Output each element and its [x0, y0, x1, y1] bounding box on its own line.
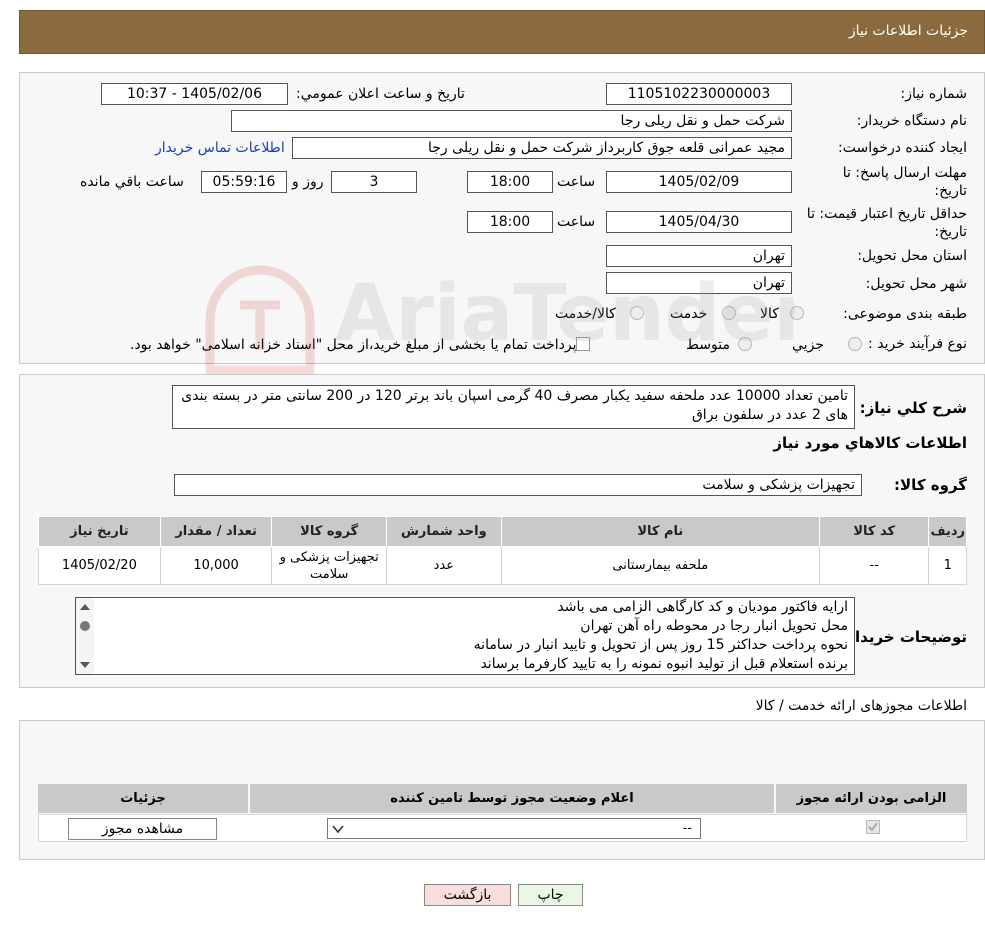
- process-minor-label: جزيي: [792, 337, 824, 353]
- validity-time-field: 18:00: [467, 211, 553, 233]
- row-name: ملحفه بیمارستانی: [500, 546, 821, 585]
- col-row: ردیف: [928, 516, 967, 547]
- category-service-radio[interactable]: [722, 306, 736, 320]
- deadline-label-2: تاریخ:: [934, 183, 967, 199]
- goods-table: ردیف کد کالا نام کالا واحد شمارش گروه کا…: [38, 516, 967, 585]
- col-qty: تعداد / مقدار: [159, 516, 273, 547]
- page-title: جزئیات اطلاعات نیاز: [848, 23, 968, 39]
- process-medium-label: متوسط: [686, 337, 730, 353]
- process-medium-radio[interactable]: [738, 337, 752, 351]
- days-label: روز و: [292, 174, 324, 190]
- row-date: 1405/02/20: [38, 546, 161, 585]
- view-permit-button[interactable]: مشاهده مجوز: [68, 818, 217, 840]
- days-field: 3: [331, 171, 417, 193]
- category-both-radio[interactable]: [630, 306, 644, 320]
- process-minor-radio[interactable]: [848, 337, 862, 351]
- permits-col-details: جزئیات: [38, 784, 248, 813]
- goods-group-field: تجهیزات پزشکی و سلامت: [174, 474, 862, 496]
- announce-field: 1405/02/06 - 10:37: [101, 83, 288, 105]
- description-textarea[interactable]: تامین تعداد 10000 عدد ملحفه سفید یکبار م…: [172, 385, 855, 429]
- col-group: گروه کالا: [271, 516, 388, 547]
- chevron-down-icon: [332, 825, 344, 834]
- requester-label: ایجاد کننده درخواست:: [838, 140, 967, 156]
- treasury-checkbox[interactable]: [576, 337, 590, 351]
- goods-table-header: ردیف کد کالا نام کالا واحد شمارش گروه کا…: [38, 516, 967, 547]
- col-date: تاریخ نیاز: [38, 516, 161, 547]
- process-label: نوع فرآیند خرید :: [868, 336, 967, 352]
- city-field: تهران: [606, 272, 792, 294]
- goods-section-title: اطلاعات کالاهاي مورد نیاز: [773, 434, 967, 452]
- category-both-label: کالا/خدمت: [555, 306, 616, 322]
- table-row: 1 -- ملحفه بیمارستانی عدد تجهیزات پزشکی …: [38, 546, 967, 585]
- page-header: جزئیات اطلاعات نیاز: [19, 10, 985, 54]
- need-number-field: 1105102230000003: [606, 83, 792, 105]
- print-button[interactable]: چاپ: [518, 884, 583, 906]
- buyer-org-field: شرکت حمل و نقل ریلی رجا: [231, 110, 792, 132]
- need-number-label: شماره نیاز:: [900, 86, 968, 102]
- deadline-time-field: 18:00: [467, 171, 553, 193]
- validity-date-field: 1405/04/30: [606, 211, 792, 233]
- province-field: تهران: [606, 245, 792, 267]
- row-unit: عدد: [386, 546, 502, 585]
- buyer-contact-link[interactable]: اطلاعات تماس خریدار: [155, 140, 285, 156]
- process-note: پرداخت تمام یا بخشی از مبلغ خرید،از محل …: [130, 337, 577, 353]
- deadline-date-field: 1405/02/09: [606, 171, 792, 193]
- permits-col-status: اعلام وضعیت مجوز توسط تامین کننده: [250, 784, 774, 813]
- buyer-note-line: محل تحویل انبار رجا در محوطه راه آهن تهر…: [580, 618, 848, 634]
- buyer-org-label: نام دستگاه خریدار:: [856, 113, 967, 129]
- permits-section-title: اطلاعات مجوزهای ارائه خدمت / کالا: [755, 698, 967, 714]
- col-name: نام کالا: [500, 516, 821, 547]
- permit-status-select[interactable]: --: [327, 818, 701, 839]
- buyer-note-line: ارایه فاکتور مودیان و کد کارگاهی الزامی …: [557, 599, 848, 615]
- row-index: 1: [928, 546, 967, 585]
- validity-label: حداقل تاریخ اعتبار قیمت: تا: [806, 206, 967, 222]
- col-code: کد کالا: [819, 516, 930, 547]
- row-group: تجهیزات پزشکی و سلامت: [271, 546, 388, 585]
- row-qty: 10,000: [159, 546, 273, 585]
- city-label: شهر محل تحویل:: [865, 276, 967, 292]
- province-label: استان محل تحویل:: [857, 248, 967, 264]
- validity-time-label: ساعت: [557, 214, 596, 230]
- col-unit: واحد شمارش: [386, 516, 502, 547]
- description-label: شرح کلي نیاز:: [859, 399, 967, 417]
- validity-label-2: تاریخ:: [934, 224, 967, 240]
- announce-label: تاریخ و ساعت اعلان عمومي:: [296, 86, 465, 102]
- deadline-label: مهلت ارسال پاسخ: تا: [842, 165, 967, 181]
- buyer-note-line: برنده استعلام قبل از تولید انبوه نمونه ر…: [480, 656, 848, 672]
- category-label: طبقه بندی موضوعی:: [843, 306, 967, 322]
- buyer-notes-label: توضیحات خریدار:: [840, 628, 967, 646]
- remaining-label: ساعت باقي مانده: [80, 174, 184, 190]
- goods-group-label: گروه کالا:: [894, 476, 967, 494]
- permit-status-value: --: [682, 821, 692, 836]
- permit-required-checkbox: [866, 820, 880, 834]
- category-goods-radio[interactable]: [790, 306, 804, 320]
- scrollbar-arrows-icon: [80, 604, 90, 668]
- buyer-note-line: نحوه پرداخت حداکثر 15 روز پس از تحویل و …: [473, 637, 848, 653]
- requester-field: مجید عمرانی قلعه جوق کاربرداز شرکت حمل و…: [292, 137, 792, 159]
- row-code: --: [819, 546, 930, 585]
- permits-col-required: الزامی بودن ارائه مجوز: [776, 784, 967, 813]
- category-goods-label: کالا: [760, 306, 779, 322]
- checkmark-icon: [868, 822, 878, 832]
- notes-scrollbar[interactable]: [76, 598, 94, 674]
- buyer-notes-textarea[interactable]: ارایه فاکتور مودیان و کد کارگاهی الزامی …: [75, 597, 855, 675]
- deadline-time-label: ساعت: [557, 174, 596, 190]
- remaining-time-field: 05:59:16: [201, 171, 287, 193]
- category-service-label: خدمت: [670, 306, 708, 322]
- back-button[interactable]: بازگشت: [424, 884, 511, 906]
